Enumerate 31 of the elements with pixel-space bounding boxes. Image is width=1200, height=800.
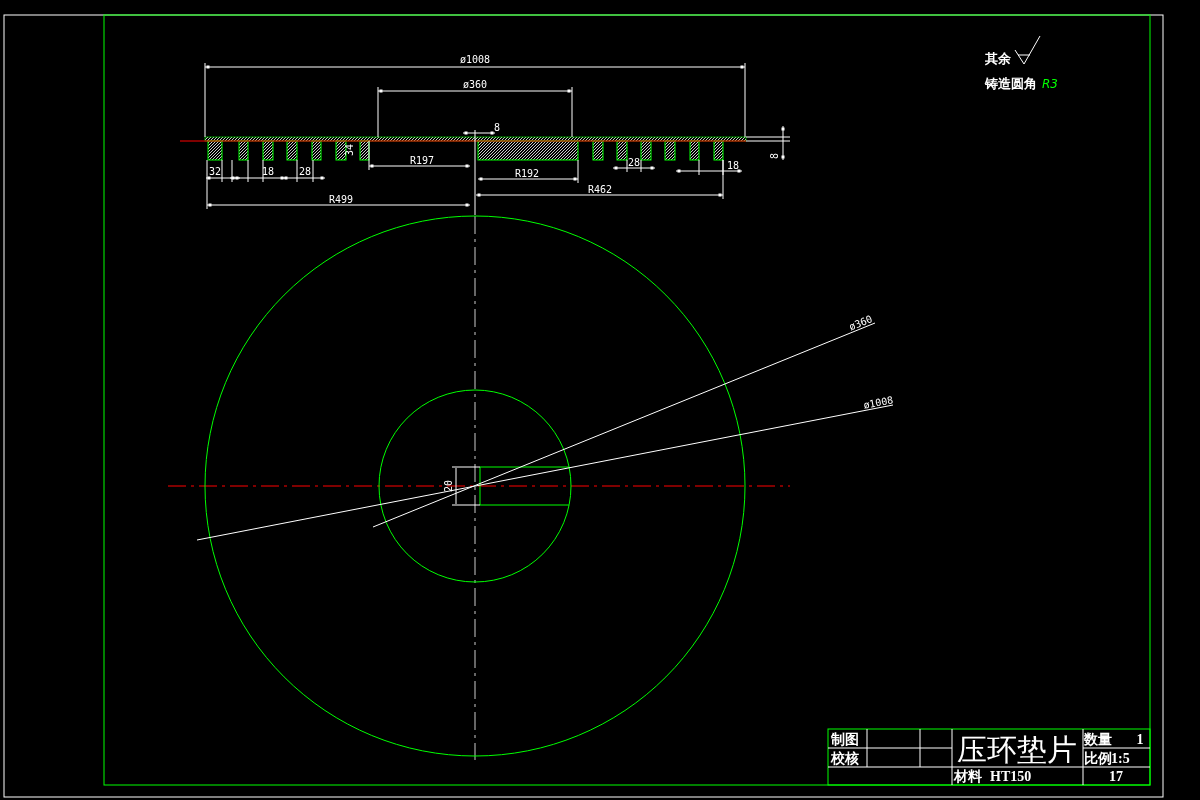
value-text: 1 [1136, 732, 1144, 747]
label-text: 数量 [1084, 732, 1112, 747]
dimension-text: 28 [299, 166, 311, 177]
dimension-text: 18 [727, 160, 739, 171]
label-text: 制图 [831, 732, 859, 747]
dimension-text: ø1008 [862, 394, 895, 411]
dimension-text: 18 [262, 166, 274, 177]
value-text: 17 [1109, 769, 1123, 784]
value-text: HT150 [990, 769, 1032, 784]
dimension-text: 28 [628, 157, 640, 168]
dimension-text: 8 [494, 122, 500, 133]
label-text: 材料 [954, 769, 982, 784]
dimension-text: 8 [769, 153, 780, 159]
part-name-text: 压环垫片 [957, 732, 1077, 767]
dimension-text: ø1008 [459, 54, 491, 65]
dimension-text: 32 [209, 166, 221, 177]
dimension-text: R192 [514, 168, 540, 179]
note-text: 铸造圆角 [985, 76, 1037, 91]
dimension-text: ø360 [462, 79, 488, 90]
note-text: 其余 [985, 51, 1011, 66]
note-text: R3 [1042, 77, 1058, 91]
dimension-text: 20 [443, 480, 454, 492]
dimension-text: ø360 [847, 313, 874, 333]
surface-roughness-icon [1014, 35, 1041, 65]
value-text: 1:5 [1111, 751, 1130, 766]
dimension-text: R462 [587, 184, 613, 195]
dimension-text: 34 [344, 144, 355, 156]
label-text: 校核 [831, 751, 859, 766]
dimension-text: R499 [328, 194, 354, 205]
dimension-text: R197 [409, 155, 435, 166]
label-text: 比例 [1084, 751, 1112, 766]
